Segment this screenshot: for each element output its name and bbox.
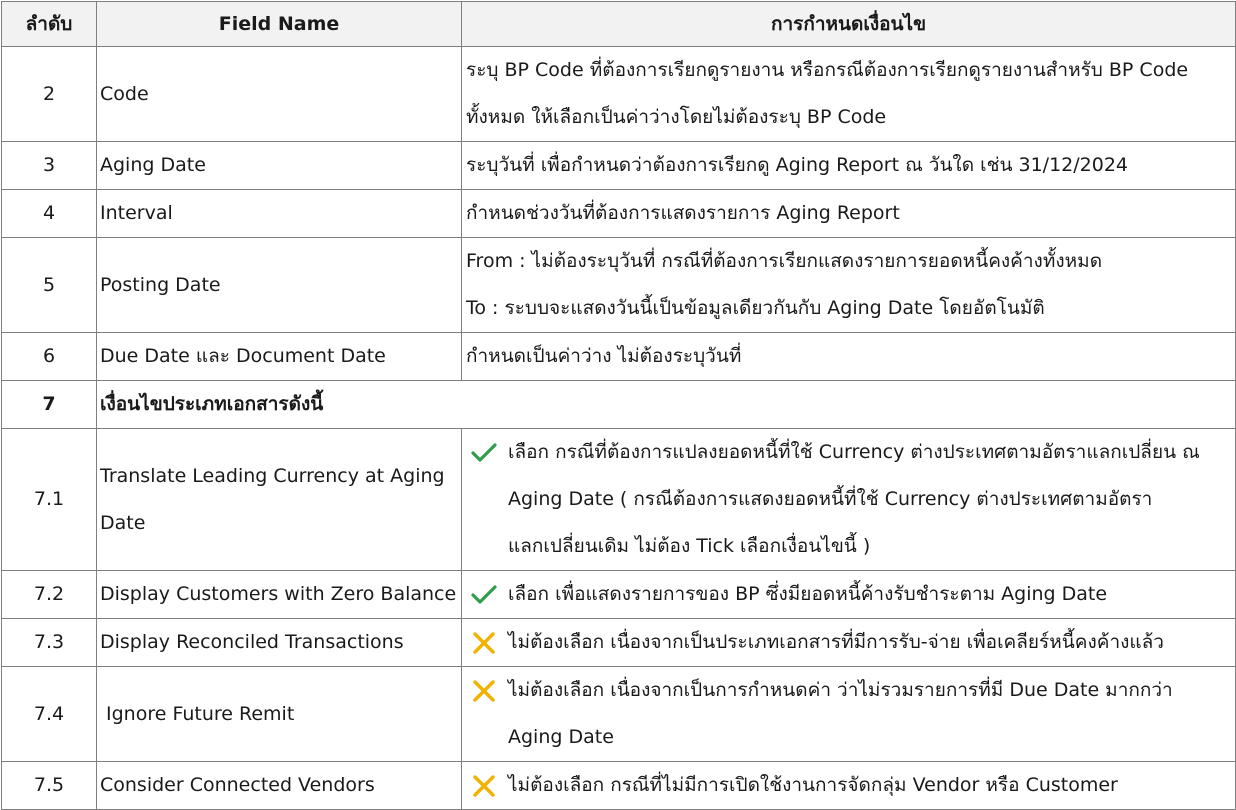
option-number: 7.1 [1,428,97,571]
table-row: 2 Code ระบุ BP Code ที่ต้องการเรียกดูราย… [1,46,1236,142]
option-number: 7.4 [1,666,97,762]
condition-line: ไม่ต้องเลือก เนื่องจากเป็นประเภทเอกสารที… [508,631,1164,653]
header-condition: การกำหนดเงื่อนไข [461,1,1236,47]
option-field-name: Display Customers with Zero Balance [96,570,462,619]
option-number: 7.3 [1,618,97,667]
condition-line: กำหนดช่วงวันที่ต้องการแสดงรายการ Aging R… [466,202,900,224]
option-field-name: Display Reconciled Transactions [96,618,462,667]
condition-line: From : ไม่ต้องระบุวันที่ กรณีที่ต้องการเ… [466,250,1103,272]
check-icon [466,572,508,618]
row-number: 5 [1,237,97,333]
condition-text: From : ไม่ต้องระบุวันที่ กรณีที่ต้องการเ… [461,237,1236,333]
field-name-line: Date [100,511,146,534]
option-field-name: Consider Connected Vendors [96,761,462,810]
condition-text: กำหนดเป็นค่าว่าง ไม่ต้องระบุวันที่ [461,332,1236,381]
condition-text: กำหนดช่วงวันที่ต้องการแสดงรายการ Aging R… [461,189,1236,238]
option-condition: ไม่ต้องเลือก เนื่องจากเป็นการกำหนดค่า ว่… [461,666,1236,762]
condition-line: To : ระบบจะแสดงวันนี้เป็นข้อมูลเดียวกันก… [466,297,1045,319]
row-number: 3 [1,141,97,190]
option-row: 7.4 Ignore Future Remit ไม่ต้องเลือก เนื… [1,666,1236,762]
header-order: ลำดับ [1,1,97,47]
field-name: Posting Date [96,237,462,333]
condition-text: ระบุ BP Code ที่ต้องการเรียกดูรายงาน หรื… [461,46,1236,142]
condition-line: เลือก เพื่อแสดงรายการของ BP ซึ่งมียอดหนี… [508,583,1108,605]
option-number: 7.5 [1,761,97,810]
header-field-name: Field Name [96,1,462,47]
option-row: 7.2 Display Customers with Zero Balance … [1,570,1236,619]
option-condition: เลือก กรณีที่ต้องการแปลงยอดหนี้ที่ใช้ Cu… [461,428,1236,571]
table-row: 3 Aging Date ระบุวันที่ เพื่อกำหนดว่าต้อ… [1,141,1236,190]
option-row: 7.1 Translate Leading Currency at Aging … [1,428,1236,571]
option-number: 7.2 [1,570,97,619]
option-row: 7.5 Consider Connected Vendors ไม่ต้องเล… [1,761,1236,810]
section-title: เงื่อนไขประเภทเอกสารดังนี้ [96,380,1236,429]
option-field-name: Ignore Future Remit [96,666,462,762]
row-number: 6 [1,332,97,381]
option-condition: ไม่ต้องเลือก กรณีที่ไม่มีการเปิดใช้งานกา… [461,761,1236,810]
field-name: Aging Date [96,141,462,190]
field-name: Due Date และ Document Date [96,332,462,381]
table-row: 6 Due Date และ Document Date กำหนดเป็นค่… [1,332,1236,381]
condition-line: เลือก กรณีที่ต้องการแปลงยอดหนี้ที่ใช้ Cu… [508,441,1200,463]
condition-line: ทั้งหมด ให้เลือกเป็นค่าว่างโดยไม่ต้องระบ… [466,106,887,128]
option-row: 7.3 Display Reconciled Transactions ไม่ต… [1,618,1236,667]
section-row: 7 เงื่อนไขประเภทเอกสารดังนี้ [1,380,1236,429]
check-icon [466,430,508,477]
option-condition: เลือก เพื่อแสดงรายการของ BP ซึ่งมียอดหนี… [461,570,1236,619]
condition-line: แลกเปลี่ยนเดิม ไม่ต้อง Tick เลือกเงื่อนไ… [508,535,871,557]
option-condition: ไม่ต้องเลือก เนื่องจากเป็นประเภทเอกสารที… [461,618,1236,667]
table-header-row: ลำดับ Field Name การกำหนดเงื่อนไข [1,1,1236,47]
condition-line: ระบุวันที่ เพื่อกำหนดว่าต้องการเรียกดู A… [466,154,1129,176]
row-number: 2 [1,46,97,142]
field-name: Code [96,46,462,142]
condition-text: ระบุวันที่ เพื่อกำหนดว่าต้องการเรียกดู A… [461,141,1236,190]
condition-line: ไม่ต้องเลือก เนื่องจากเป็นการกำหนดค่า ว่… [508,679,1173,701]
section-number: 7 [1,380,97,429]
option-field-name: Translate Leading Currency at Aging Date [96,428,462,571]
field-name-line: Translate Leading Currency at Aging [100,464,445,487]
cross-icon [466,668,508,715]
condition-line: กำหนดเป็นค่าว่าง ไม่ต้องระบุวันที่ [466,345,742,367]
cross-icon [466,620,508,666]
row-number: 4 [1,189,97,238]
field-condition-table: ลำดับ Field Name การกำหนดเงื่อนไข 2 Code… [1,1,1236,810]
condition-line: Aging Date [508,726,614,748]
cross-icon [466,763,508,809]
condition-line: ไม่ต้องเลือก กรณีที่ไม่มีการเปิดใช้งานกา… [508,774,1118,796]
table-row: 5 Posting Date From : ไม่ต้องระบุวันที่ … [1,237,1236,333]
condition-line: Aging Date ( กรณีต้องการแสดงยอดหนี้ที่ใช… [508,488,1153,510]
field-name: Interval [96,189,462,238]
condition-line: ระบุ BP Code ที่ต้องการเรียกดูรายงาน หรื… [466,59,1189,81]
table-row: 4 Interval กำหนดช่วงวันที่ต้องการแสดงราย… [1,189,1236,238]
